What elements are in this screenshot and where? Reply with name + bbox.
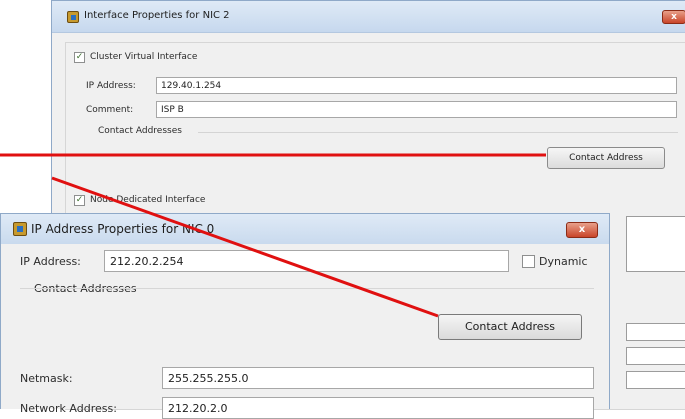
netmask-label: Netmask: <box>20 372 73 385</box>
group-separator <box>198 132 678 133</box>
comment-field[interactable]: ISP B <box>156 101 677 118</box>
dynamic-checkbox[interactable] <box>522 255 535 268</box>
cluster-virtual-interface-checkbox[interactable]: ✓ <box>74 52 85 63</box>
ip-address-field[interactable]: 212.20.2.254 <box>104 250 509 272</box>
cluster-virtual-interface-label: Cluster Virtual Interface <box>90 52 198 62</box>
node-field-fragment-1[interactable] <box>626 323 685 341</box>
node-field-fragment-2[interactable] <box>626 347 685 365</box>
ip-address-label: IP Address: <box>86 81 136 91</box>
dialog-title: IP Address Properties for NIC 0 <box>31 222 215 236</box>
ip-address-properties-dialog: IP Address Properties for NIC 0 x IP Add… <box>0 213 610 419</box>
dialog-title: Interface Properties for NIC 2 <box>84 10 230 21</box>
close-button[interactable]: x <box>662 10 685 24</box>
node-dedicated-interface-checkbox[interactable]: ✓ <box>74 195 85 206</box>
network-address-field[interactable]: 212.20.2.0 <box>162 397 594 419</box>
titlebar[interactable]: Interface Properties for NIC 2 x <box>52 1 685 33</box>
contact-addresses-label: Contact Addresses <box>98 126 182 136</box>
close-button[interactable]: x <box>566 222 598 238</box>
ip-address-label: IP Address: <box>20 255 81 268</box>
dynamic-label: Dynamic <box>539 255 588 268</box>
netmask-field[interactable]: 255.255.255.0 <box>162 367 594 389</box>
titlebar[interactable]: IP Address Properties for NIC 0 x <box>1 214 609 244</box>
app-icon <box>67 11 79 23</box>
contact-address-button[interactable]: Contact Address <box>547 147 665 169</box>
node-dedicated-interface-label: Node Dedicated Interface <box>90 195 206 205</box>
comment-label: Comment: <box>86 105 134 115</box>
node-field-fragment-3[interactable] <box>626 371 685 389</box>
node-table-fragment <box>626 216 685 272</box>
ip-address-field[interactable]: 129.40.1.254 <box>156 77 677 94</box>
app-icon <box>13 222 27 236</box>
contact-address-button[interactable]: Contact Address <box>438 314 582 340</box>
